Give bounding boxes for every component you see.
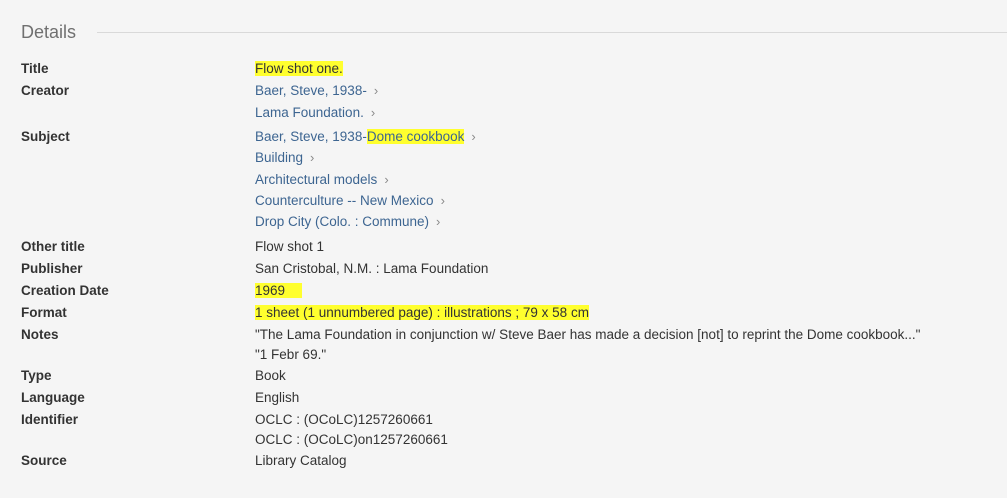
creation-date-label: Creation Date <box>21 283 109 298</box>
creator-link-1[interactable]: Baer, Steve, 1938- › <box>255 81 378 101</box>
creator-link-text[interactable]: Lama Foundation. <box>255 105 364 120</box>
subject-link-prefix[interactable]: Baer, Steve, 1938- <box>255 129 367 144</box>
subject-link-text[interactable]: Architectural models <box>255 172 377 187</box>
notes-line-2: "1 Febr 69." <box>255 347 327 362</box>
format-label: Format <box>21 305 67 320</box>
subject-label: Subject <box>21 129 70 144</box>
notes-line-1: "The Lama Foundation in conjunction w/ S… <box>255 327 921 342</box>
chevron-right-icon: › <box>310 150 315 165</box>
subject-link-1[interactable]: Baer, Steve, 1938-Dome cookbook › <box>255 127 476 147</box>
creation-date-value: 1969 <box>255 281 303 301</box>
type-label: Type <box>21 368 52 383</box>
creator-label: Creator <box>21 83 70 98</box>
language-value: English <box>255 390 300 405</box>
subject-link-text[interactable]: Building <box>255 150 303 165</box>
section-title: Details <box>21 22 77 42</box>
chevron-right-icon: › <box>436 214 441 229</box>
chevron-right-icon: › <box>370 105 376 120</box>
subject-link-text[interactable]: Counterculture -- New Mexico <box>255 193 434 208</box>
chevron-right-icon: › <box>384 172 389 187</box>
subject-link-text[interactable]: Drop City (Colo. : Commune) <box>255 214 429 229</box>
title-label: Title <box>21 61 49 76</box>
source-label: Source <box>21 453 67 468</box>
identifier-line-2: OCLC : (OCoLC)on1257260661 <box>255 432 448 447</box>
section-divider <box>97 32 1007 33</box>
details-section-header: Details <box>21 20 1007 46</box>
title-text: Flow shot one. <box>255 61 343 76</box>
identifier-line-1: OCLC : (OCoLC)1257260661 <box>255 412 433 427</box>
identifier-label: Identifier <box>21 412 79 427</box>
subject-link-4[interactable]: Counterculture -- New Mexico › <box>255 191 445 211</box>
subject-link-highlight[interactable]: Dome cookbook <box>366 129 465 144</box>
subject-link-3[interactable]: Architectural models › <box>255 170 389 190</box>
subject-link-2[interactable]: Building › <box>255 148 314 168</box>
publisher-value: San Cristobal, N.M. : Lama Foundation <box>255 261 489 276</box>
other-title-value: Flow shot 1 <box>255 239 325 254</box>
chevron-right-icon: › <box>440 193 445 208</box>
format-text: 1 sheet (1 unnumbered page) : illustrati… <box>255 305 589 320</box>
language-label: Language <box>21 390 85 405</box>
subject-link-5[interactable]: Drop City (Colo. : Commune) › <box>255 212 440 232</box>
type-value: Book <box>255 368 286 383</box>
publisher-label: Publisher <box>21 261 83 276</box>
chevron-right-icon: › <box>471 129 476 144</box>
title-value: Flow shot one. <box>255 59 343 79</box>
notes-label: Notes <box>21 327 59 342</box>
creator-link-2[interactable]: Lama Foundation. › <box>255 103 375 123</box>
chevron-right-icon: › <box>373 83 379 98</box>
creator-link-text[interactable]: Baer, Steve, 1938- <box>255 83 367 98</box>
other-title-label: Other title <box>21 239 85 254</box>
creation-date-text: 1969 <box>255 283 303 298</box>
source-value: Library Catalog <box>255 453 347 468</box>
format-value: 1 sheet (1 unnumbered page) : illustrati… <box>255 303 589 323</box>
